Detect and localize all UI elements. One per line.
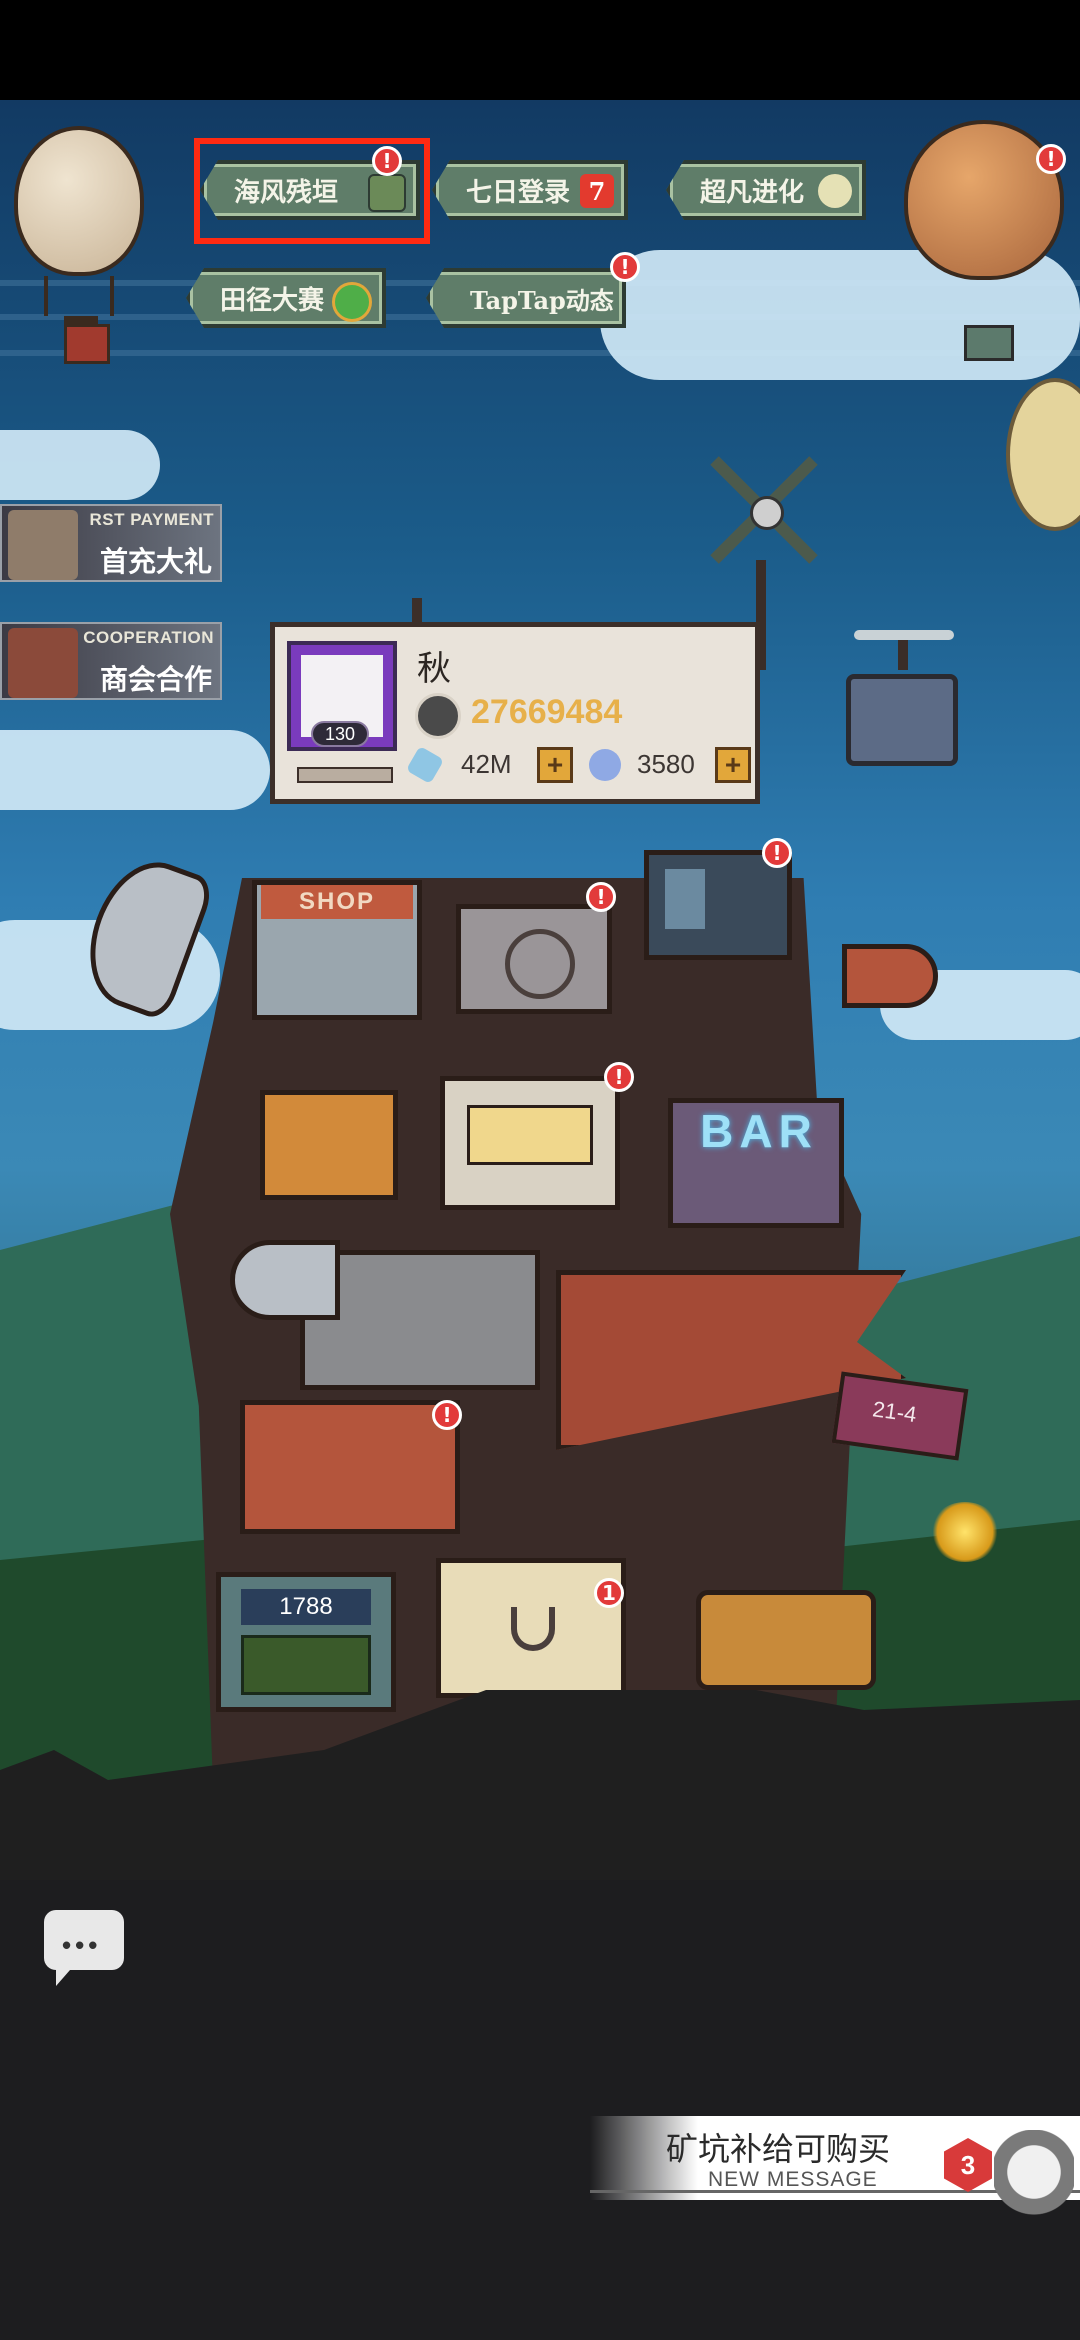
windmill [694, 440, 834, 580]
evolution-icon [818, 174, 852, 208]
promo-sub-label: RST PAYMENT [89, 510, 214, 529]
message-count: 3 [960, 2149, 976, 2180]
battery-level [241, 1635, 371, 1695]
medal-icon [332, 282, 372, 322]
avatar[interactable]: 130 [287, 641, 397, 751]
shop-building[interactable]: SHOP [252, 880, 422, 1020]
spark-effect [930, 1502, 1000, 1562]
potion-icon [405, 745, 445, 785]
message-title: 矿坑补给可购买 [666, 2131, 891, 2167]
fuel-tank [696, 1590, 876, 1690]
character-portrait [8, 510, 78, 580]
vault-room[interactable] [456, 904, 612, 1014]
resource-a-value: 42M [461, 749, 512, 779]
event-banner-athletics[interactable]: 田径大赛 [186, 268, 386, 328]
cloud [0, 730, 270, 810]
bottom-panel [0, 1880, 1080, 2340]
event-banner-label: 超凡进化 [700, 177, 805, 208]
stage-label: 21-4 [871, 1396, 919, 1428]
promo-title: 首充大礼 [99, 545, 212, 578]
add-resource-a-button[interactable]: + [537, 747, 573, 783]
promo-sub-label: COOPERATION [83, 628, 214, 647]
vault-alert: ! [586, 882, 616, 912]
cannon [230, 1240, 340, 1320]
bar-sign: BAR [700, 1105, 818, 1157]
lower-room-alert: ! [432, 1400, 462, 1430]
calendar-seven-icon: 7 [580, 174, 614, 208]
promo-first-payment[interactable]: RST PAYMENT 首充大礼 [0, 504, 222, 582]
event-banner-label: TapTap动态 [470, 285, 614, 315]
assistant-character [994, 2130, 1074, 2250]
promo-title: 商会合作 [99, 663, 212, 696]
window-room-alert: ! [604, 1062, 634, 1092]
monitor-alert: ! [762, 838, 792, 868]
event-alert: ! [610, 252, 640, 282]
power-value: 27669484 [471, 693, 623, 731]
right-balloon-alert: ! [1036, 144, 1066, 174]
level-badge: 130 [311, 721, 369, 747]
bar-building[interactable]: BAR [668, 1098, 844, 1228]
profile-panel[interactable]: 130 秋 27669484 42M + 3580 + [270, 622, 760, 804]
right-balloon[interactable]: ! [904, 120, 1066, 365]
flying-chest[interactable] [846, 630, 962, 770]
crane-badge: 1 [594, 1578, 624, 1608]
event-banner-evolution[interactable]: 超凡进化 [666, 160, 866, 220]
shop-sign: SHOP [261, 885, 413, 919]
crane-room[interactable] [436, 1558, 626, 1698]
cloud [0, 430, 160, 500]
resource-b-value: 3580 [637, 749, 695, 779]
gem-icon [589, 749, 621, 781]
message-subtitle: NEW MESSAGE [708, 2168, 878, 2191]
add-resource-b-button[interactable]: + [715, 747, 751, 783]
battery-module[interactable]: 1788 [216, 1572, 396, 1712]
window-room[interactable] [440, 1076, 620, 1210]
claw-icon [511, 1607, 555, 1651]
event-banner-taptap[interactable]: TapTap动态 [426, 268, 626, 328]
event-banner-label: 田径大赛 [220, 285, 325, 316]
exp-bar [297, 767, 393, 783]
workshop-room[interactable] [260, 1090, 398, 1200]
character-portrait [8, 628, 78, 698]
chat-button[interactable]: ••• [44, 1910, 124, 1986]
lower-room[interactable] [240, 1400, 460, 1534]
power-icon [415, 693, 461, 739]
player-name: 秋 [417, 649, 451, 689]
promo-cooperation[interactable]: COOPERATION 商会合作 [0, 622, 222, 700]
event-banner-label: 七日登录 [466, 177, 571, 208]
battery-count: 1788 [241, 1589, 371, 1625]
chat-bubble-icon: ••• [62, 1930, 102, 1960]
highlight-box [194, 138, 430, 244]
mailbox[interactable] [842, 944, 938, 1008]
event-banner-seven-day[interactable]: 七日登录 7 [432, 160, 628, 220]
left-balloon[interactable] [14, 126, 144, 371]
